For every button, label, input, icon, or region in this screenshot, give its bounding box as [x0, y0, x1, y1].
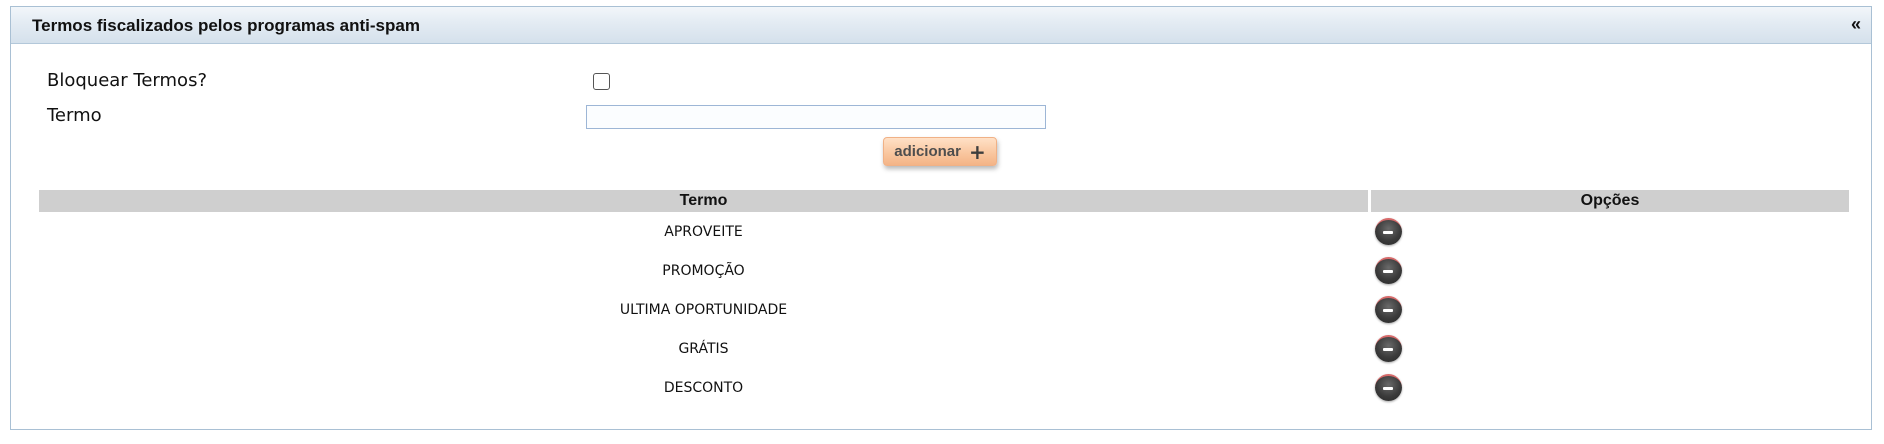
table-row: GRÁTIS — [39, 329, 1849, 368]
options-cell — [1368, 257, 1849, 284]
column-header-term: Termo — [39, 190, 1368, 212]
table-row: ULTIMA OPORTUNIDADE — [39, 290, 1849, 329]
panel-header: Termos fiscalizados pelos programas anti… — [11, 7, 1871, 44]
table-row: DESCONTO — [39, 368, 1849, 407]
table-header-row: Termo Opções — [39, 190, 1849, 212]
terms-table: Termo Opções APROVEITE PROMOÇÃO ULTIMA O… — [39, 190, 1849, 407]
term-input[interactable] — [586, 105, 1046, 129]
remove-term-icon[interactable] — [1375, 296, 1402, 323]
options-cell — [1368, 218, 1849, 245]
term-cell: APROVEITE — [664, 223, 743, 240]
block-terms-checkbox[interactable] — [593, 73, 610, 90]
table-row: APROVEITE — [39, 212, 1849, 251]
add-term-button[interactable]: adicionar + — [883, 137, 997, 166]
collapse-button[interactable]: « — [1851, 14, 1861, 34]
options-cell — [1368, 374, 1849, 401]
column-header-options: Opções — [1371, 190, 1849, 212]
anti-spam-terms-panel: Termos fiscalizados pelos programas anti… — [10, 6, 1872, 430]
term-cell: PROMOÇÃO — [662, 262, 745, 279]
block-terms-label: Bloquear Termos? — [47, 70, 207, 91]
remove-term-icon[interactable] — [1375, 257, 1402, 284]
panel-title: Termos fiscalizados pelos programas anti… — [32, 16, 420, 35]
add-term-button-label: adicionar — [894, 143, 961, 160]
term-cell: DESCONTO — [663, 379, 744, 396]
table-row: PROMOÇÃO — [39, 251, 1849, 290]
options-cell — [1368, 296, 1849, 323]
remove-term-icon[interactable] — [1375, 335, 1402, 362]
term-cell: ULTIMA OPORTUNIDADE — [619, 301, 788, 318]
term-label: Termo — [47, 105, 102, 126]
options-cell — [1368, 335, 1849, 362]
plus-icon: + — [968, 139, 986, 164]
remove-term-icon[interactable] — [1375, 218, 1402, 245]
term-cell: GRÁTIS — [678, 340, 729, 357]
remove-term-icon[interactable] — [1375, 374, 1402, 401]
